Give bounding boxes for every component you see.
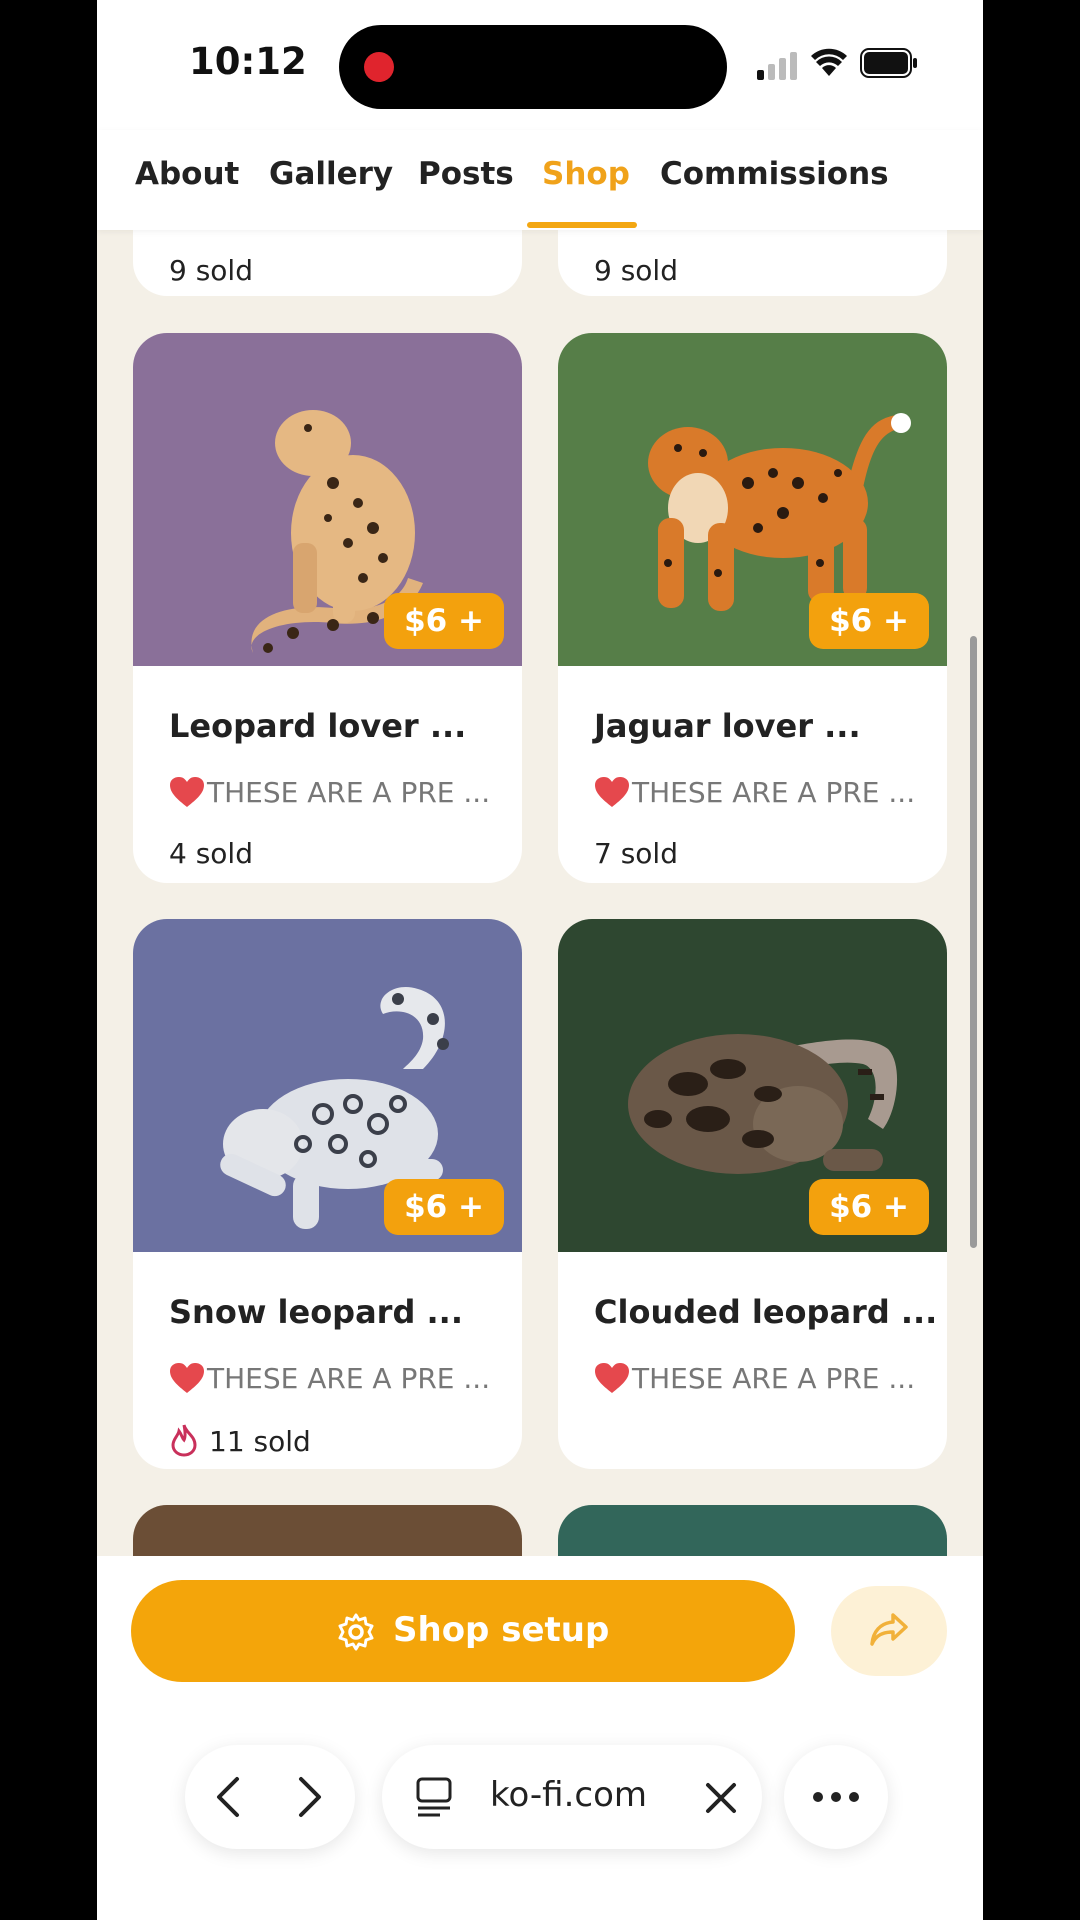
product-title: Snow leopard ... (169, 1293, 463, 1331)
gear-icon (338, 1613, 374, 1651)
price-badge: $6 + (809, 1179, 929, 1235)
heart-icon (595, 777, 629, 807)
price-badge: $6 + (809, 593, 929, 649)
close-icon[interactable] (704, 1781, 738, 1815)
url-text: ko-fi.com (490, 1775, 648, 1815)
product-title: Jaguar lover ... (594, 707, 861, 745)
product-title: Clouded leopard ... (594, 1293, 938, 1331)
sold-count: 9 sold (594, 254, 678, 287)
sold-count: 7 sold (594, 837, 678, 870)
tab-commissions[interactable]: Commissions (660, 156, 889, 192)
active-tab-indicator (527, 222, 637, 228)
more-dots-icon (813, 1792, 859, 1802)
tab-posts[interactable]: Posts (418, 156, 514, 192)
product-description: THESE ARE A PRE ... (594, 776, 915, 809)
forward-chevron-icon[interactable] (295, 1775, 325, 1819)
cellular-signal-icon (757, 52, 797, 80)
share-button[interactable] (831, 1586, 947, 1676)
tab-about[interactable]: About (135, 156, 239, 192)
more-options-button[interactable] (784, 1745, 888, 1849)
description-text: THESE ARE A PRE ... (632, 1362, 916, 1395)
browser-nav-pill (185, 1745, 355, 1849)
description-text: THESE ARE A PRE ... (207, 1362, 491, 1395)
dynamic-island (339, 25, 727, 109)
price-badge: $6 + (384, 593, 504, 649)
profile-tabs: About Gallery Posts Shop Commissions (97, 130, 983, 230)
product-description: THESE ARE A PRE ... (594, 1362, 915, 1395)
shop-setup-button[interactable]: Shop setup (131, 1580, 795, 1682)
status-time: 10:12 (189, 40, 307, 83)
heart-icon (170, 777, 204, 807)
description-text: THESE ARE A PRE ... (207, 776, 491, 809)
heart-icon (595, 1363, 629, 1393)
sold-count: 4 sold (169, 837, 253, 870)
wifi-icon (811, 48, 847, 76)
tab-shop[interactable]: Shop (542, 156, 630, 192)
product-card-jaguar[interactable]: $6 + Jaguar lover ... THESE ARE A PRE ..… (558, 333, 947, 883)
product-description: THESE ARE A PRE ... (169, 776, 490, 809)
phone-screen: 10:12 About Gallery Posts Shop Commissio… (97, 0, 983, 1920)
address-bar[interactable]: ko-fi.com (382, 1745, 762, 1849)
product-card-snow-leopard[interactable]: $6 + Snow leopard ... THESE ARE A PRE ..… (133, 919, 522, 1469)
tab-gallery[interactable]: Gallery (269, 156, 393, 192)
product-card-clouded-leopard[interactable]: $6 + Clouded leopard ... THESE ARE A PRE… (558, 919, 947, 1469)
heart-icon (170, 1363, 204, 1393)
scrollbar[interactable] (970, 636, 977, 1248)
product-card-leopard[interactable]: $6 + Leopard lover ... THESE ARE A PRE .… (133, 333, 522, 883)
back-chevron-icon[interactable] (213, 1775, 243, 1819)
price-badge: $6 + (384, 1179, 504, 1235)
shop-setup-label: Shop setup (393, 1610, 610, 1650)
sold-count: 9 sold (169, 254, 253, 287)
recording-indicator-icon (364, 52, 394, 82)
description-text: THESE ARE A PRE ... (632, 776, 916, 809)
product-title: Leopard lover ... (169, 707, 467, 745)
status-bar: 10:12 (97, 0, 983, 130)
share-arrow-icon (870, 1613, 908, 1646)
battery-icon (860, 48, 917, 78)
fire-icon (171, 1424, 197, 1457)
tab-overview-icon[interactable] (416, 1777, 452, 1817)
sold-count-text: 11 sold (209, 1425, 311, 1458)
sold-count: 11 sold (169, 1423, 311, 1458)
product-description: THESE ARE A PRE ... (169, 1362, 490, 1395)
